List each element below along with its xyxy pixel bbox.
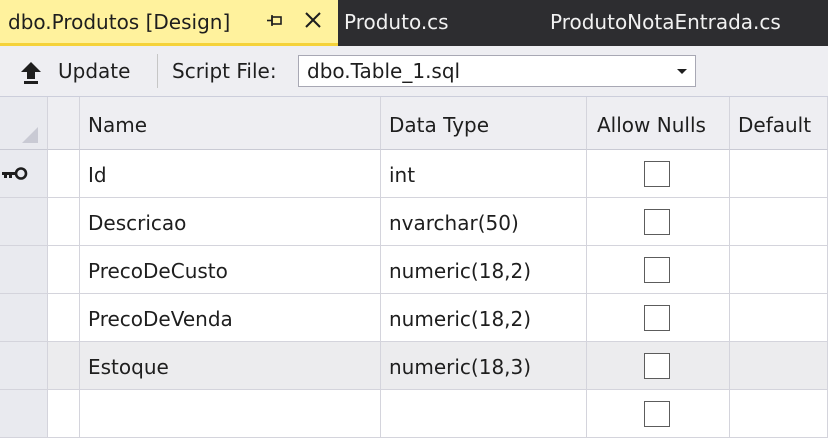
script-file-dropdown[interactable]: dbo.Table_1.sql: [298, 55, 696, 87]
data-type: nvarchar(50): [389, 211, 519, 235]
column-name-cell[interactable]: Id: [80, 150, 381, 198]
allow-nulls-cell: [587, 390, 730, 438]
row-selector[interactable]: [48, 150, 80, 198]
data-type-cell[interactable]: numeric(18,3): [381, 342, 587, 390]
default-cell[interactable]: [730, 342, 828, 390]
column-name-cell[interactable]: Estoque: [80, 342, 381, 390]
row-header[interactable]: [0, 246, 48, 294]
header-label: Default: [738, 113, 812, 137]
tab-dbo-produtos-design[interactable]: dbo.Produtos [Design]: [0, 0, 338, 46]
column-name: PrecoDeCusto: [88, 259, 228, 283]
allow-nulls-cell: [587, 294, 730, 342]
allow-nulls-checkbox[interactable]: [644, 257, 670, 283]
column-name-cell[interactable]: PrecoDeVenda: [80, 294, 381, 342]
row-header[interactable]: [0, 198, 48, 246]
arrow-up-icon: [21, 62, 41, 84]
data-type-cell[interactable]: nvarchar(50): [381, 198, 587, 246]
row-selector[interactable]: [48, 294, 80, 342]
table-row[interactable]: Estoque numeric(18,3): [0, 342, 828, 390]
key-icon: [2, 167, 28, 180]
header-selector-cell: [48, 97, 80, 150]
allow-nulls-cell: [587, 246, 730, 294]
toolbar-separator: [157, 54, 158, 88]
default-cell[interactable]: [730, 390, 828, 438]
data-type: numeric(18,2): [389, 259, 532, 283]
allow-nulls-checkbox[interactable]: [644, 353, 670, 379]
data-type-cell[interactable]: numeric(18,2): [381, 246, 587, 294]
tab-produtonotaentrada-cs[interactable]: ProdutoNotaEntrada.cs: [540, 0, 828, 46]
column-header-default[interactable]: Default: [730, 97, 828, 150]
row-selector[interactable]: [48, 198, 80, 246]
data-type: numeric(18,2): [389, 307, 532, 331]
column-name-cell[interactable]: Descricao: [80, 198, 381, 246]
tab-title: ProdutoNotaEntrada.cs: [550, 10, 781, 34]
data-type-cell[interactable]: numeric(18,2): [381, 294, 587, 342]
data-type: int: [389, 163, 416, 187]
row-header[interactable]: [0, 390, 48, 438]
column-name-cell[interactable]: [80, 390, 381, 438]
row-selector[interactable]: [48, 390, 80, 438]
default-cell[interactable]: [730, 246, 828, 294]
header-label: Name: [88, 113, 148, 137]
table-row[interactable]: [0, 390, 828, 438]
allow-nulls-cell: [587, 342, 730, 390]
document-tab-strip: dbo.Produtos [Design] Produto.cs Produto…: [0, 0, 828, 46]
corner-triangle-icon: [22, 127, 38, 143]
column-name-cell[interactable]: PrecoDeCusto: [80, 246, 381, 294]
tab-title: dbo.Produtos [Design]: [8, 10, 231, 34]
allow-nulls-cell: [587, 150, 730, 198]
tab-title: Produto.cs: [344, 10, 449, 34]
column-header-data-type[interactable]: Data Type: [381, 97, 587, 150]
row-selector[interactable]: [48, 342, 80, 390]
allow-nulls-checkbox[interactable]: [644, 305, 670, 331]
select-all-corner[interactable]: [0, 97, 48, 150]
close-icon[interactable]: [302, 9, 324, 31]
table-row[interactable]: Descricao nvarchar(50): [0, 198, 828, 246]
default-cell[interactable]: [730, 198, 828, 246]
script-file-label: Script File:: [172, 59, 277, 83]
table-row[interactable]: PrecoDeVenda numeric(18,2): [0, 294, 828, 342]
grid-header-row: Name Data Type Allow Nulls Default: [0, 97, 828, 150]
header-label: Allow Nulls: [597, 113, 706, 137]
column-name: Estoque: [88, 355, 169, 379]
default-cell[interactable]: [730, 294, 828, 342]
designer-toolbar: Update Script File: dbo.Table_1.sql: [0, 46, 828, 97]
tab-produto-cs[interactable]: Produto.cs: [338, 0, 538, 46]
chevron-down-icon[interactable]: [677, 69, 687, 74]
column-name: PrecoDeVenda: [88, 307, 233, 331]
row-header[interactable]: [0, 342, 48, 390]
column-name: Descricao: [88, 211, 187, 235]
column-header-name[interactable]: Name: [80, 97, 381, 150]
data-type: numeric(18,3): [389, 355, 532, 379]
pin-icon[interactable]: [266, 12, 284, 30]
column-header-allow-nulls[interactable]: Allow Nulls: [587, 97, 730, 150]
script-file-value: dbo.Table_1.sql: [307, 59, 461, 83]
table-row[interactable]: Id int: [0, 150, 828, 198]
table-row[interactable]: PrecoDeCusto numeric(18,2): [0, 246, 828, 294]
row-header[interactable]: [0, 150, 48, 198]
row-selector[interactable]: [48, 246, 80, 294]
allow-nulls-cell: [587, 198, 730, 246]
data-type-cell[interactable]: [381, 390, 587, 438]
allow-nulls-checkbox[interactable]: [644, 401, 670, 427]
data-type-cell[interactable]: int: [381, 150, 587, 198]
column-name: Id: [88, 163, 107, 187]
header-label: Data Type: [389, 113, 490, 137]
update-label: Update: [58, 59, 131, 83]
allow-nulls-checkbox[interactable]: [644, 161, 670, 187]
default-cell[interactable]: [730, 150, 828, 198]
row-header[interactable]: [0, 294, 48, 342]
update-button[interactable]: Update: [14, 54, 142, 88]
allow-nulls-checkbox[interactable]: [644, 209, 670, 235]
